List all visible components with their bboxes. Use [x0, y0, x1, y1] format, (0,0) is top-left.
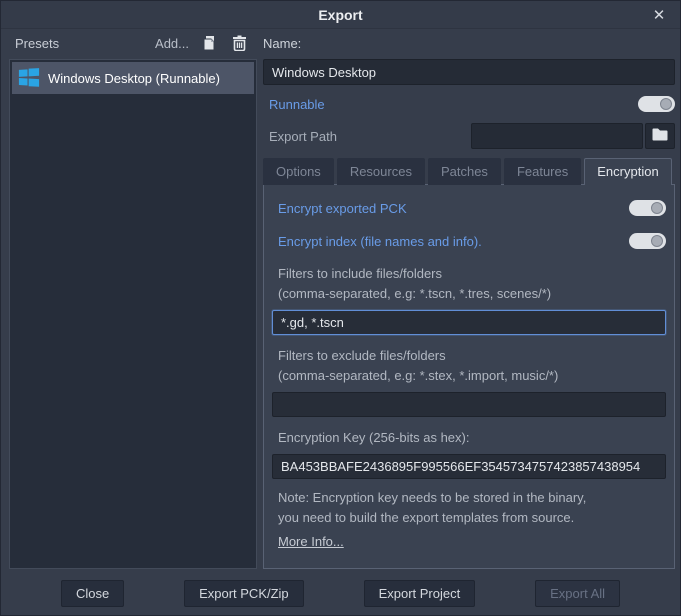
- note-line-2: you need to build the export templates f…: [278, 508, 666, 528]
- footer-bar: Close Export PCK/Zip Export Project Expo…: [1, 571, 680, 615]
- encryption-note: Note: Encryption key needs to be stored …: [272, 488, 666, 528]
- name-label: Name:: [257, 36, 301, 51]
- encryption-key-input[interactable]: [272, 454, 666, 479]
- presets-list: Windows Desktop (Runnable): [9, 59, 257, 569]
- runnable-toggle[interactable]: [638, 96, 675, 112]
- exclude-filters-hint: (comma-separated, e.g: *.stex, *.import,…: [272, 366, 666, 386]
- encrypt-pck-label: Encrypt exported PCK: [272, 201, 407, 216]
- close-icon[interactable]: ✕: [648, 4, 670, 26]
- folder-icon: [652, 128, 668, 144]
- more-info-link[interactable]: More Info...: [272, 534, 344, 549]
- preset-item-windows-desktop[interactable]: Windows Desktop (Runnable): [12, 62, 254, 94]
- export-path-row: Export Path: [263, 123, 675, 149]
- runnable-row: Runnable: [263, 91, 675, 117]
- encryption-panel: Encrypt exported PCK Encrypt index (file…: [263, 184, 675, 569]
- include-filters-input[interactable]: [272, 310, 666, 335]
- encryption-key-label: Encryption Key (256-bits as hex):: [272, 428, 666, 448]
- encrypt-pck-toggle[interactable]: [629, 200, 666, 216]
- presets-header: Presets Add...: [1, 33, 257, 53]
- add-preset-button[interactable]: Add...: [155, 36, 189, 51]
- toggle-knob: [660, 98, 672, 110]
- include-filters-hint: (comma-separated, e.g: *.tscn, *.tres, s…: [272, 284, 666, 304]
- exclude-filters-input[interactable]: [272, 392, 666, 417]
- export-path-group: [471, 123, 675, 149]
- export-project-button[interactable]: Export Project: [364, 580, 476, 607]
- export-all-button[interactable]: Export All: [535, 580, 620, 607]
- export-path-label: Export Path: [263, 129, 337, 144]
- encrypt-index-toggle[interactable]: [629, 233, 666, 249]
- include-filters-label: Filters to include files/folders: [272, 264, 666, 284]
- note-line-1: Note: Encryption key needs to be stored …: [278, 488, 666, 508]
- preset-settings: Runnable Export Path: [263, 59, 675, 569]
- export-path-input[interactable]: [471, 123, 643, 149]
- export-pck-zip-button[interactable]: Export PCK/Zip: [184, 580, 304, 607]
- header-row: Presets Add...: [1, 29, 680, 57]
- export-tabs: Options Resources Patches Features Encry…: [263, 157, 675, 184]
- toggle-knob: [651, 235, 663, 247]
- export-dialog: Export ✕ Presets Add...: [0, 0, 681, 616]
- encrypt-index-row: Encrypt index (file names and info).: [272, 229, 666, 253]
- trash-icon: [232, 35, 247, 51]
- close-button[interactable]: Close: [61, 580, 124, 607]
- presets-toolbar: Add...: [155, 33, 257, 53]
- preset-item-label: Windows Desktop (Runnable): [48, 71, 220, 86]
- titlebar: Export ✕: [1, 1, 680, 29]
- encrypt-pck-row: Encrypt exported PCK: [272, 196, 666, 220]
- tab-resources[interactable]: Resources: [337, 158, 425, 185]
- copy-icon: [201, 35, 217, 51]
- tab-features[interactable]: Features: [504, 158, 581, 185]
- tab-patches[interactable]: Patches: [428, 158, 501, 185]
- encrypt-index-label: Encrypt index (file names and info).: [272, 234, 482, 249]
- duplicate-preset-button[interactable]: [199, 33, 219, 53]
- windows-logo-icon: [18, 67, 40, 89]
- runnable-label: Runnable: [263, 97, 325, 112]
- browse-path-button[interactable]: [645, 123, 675, 149]
- delete-preset-button[interactable]: [229, 33, 249, 53]
- tab-encryption[interactable]: Encryption: [584, 158, 671, 185]
- main-area: Windows Desktop (Runnable) Runnable Expo…: [1, 57, 680, 571]
- tab-options[interactable]: Options: [263, 158, 334, 185]
- exclude-filters-label: Filters to exclude files/folders: [272, 346, 666, 366]
- dialog-title: Export: [318, 7, 362, 23]
- presets-label: Presets: [15, 36, 59, 51]
- toggle-knob: [651, 202, 663, 214]
- name-input[interactable]: [263, 59, 675, 85]
